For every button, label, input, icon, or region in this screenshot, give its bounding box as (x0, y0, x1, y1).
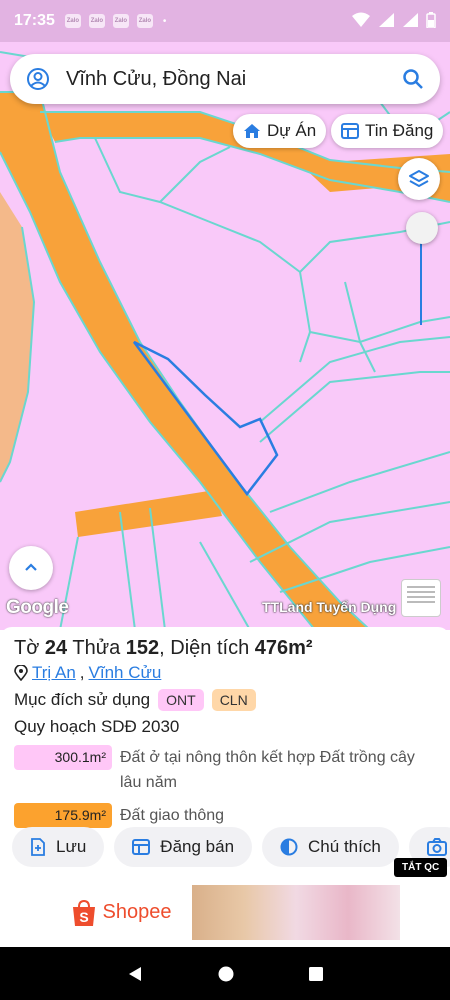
zalo-icon: Zalo (136, 14, 153, 28)
search-bar[interactable]: Vĩnh Cửu, Đồng Nai (10, 54, 440, 104)
layers-button[interactable] (398, 158, 440, 200)
land-use-row: 175.9m² Đất giao thông (14, 803, 436, 828)
search-input[interactable]: Vĩnh Cửu, Đồng Nai (66, 68, 402, 91)
status-icons (352, 12, 436, 28)
recents-icon[interactable] (308, 966, 324, 982)
tin-dang-chip[interactable]: Tin Đăng (331, 114, 444, 148)
zalo-icon: Zalo (64, 14, 81, 28)
signal-icon (403, 13, 418, 27)
signal-icon (379, 13, 394, 27)
save-label: Lưu (56, 837, 87, 856)
navigation-bar (0, 947, 450, 1000)
land-use-desc: Đất ở tại nông thôn kết hợp Đất trồng câ… (120, 749, 415, 791)
land-use-desc: Đất giao thông (120, 807, 225, 824)
save-icon (31, 838, 45, 856)
cln-badge: CLN (211, 689, 256, 711)
home-icon[interactable] (217, 965, 235, 983)
shopee-logo: S Shopee (50, 885, 192, 940)
ttland-recruit-link[interactable]: TTLand Tuyển Dụng (262, 599, 396, 615)
listing-icon (341, 123, 359, 139)
parcel-area: 476m² (254, 637, 313, 659)
app-root: 17:35 Zalo Zalo Zalo Zalo • Vĩnh Cửu, Đồ… (0, 0, 450, 1000)
shopee-bag-icon: S (72, 899, 95, 926)
parcel-title: Tờ 24 Thửa 152, Diện tích 476m² (14, 637, 313, 659)
opacity-slider-thumb[interactable] (406, 212, 438, 244)
wifi-icon (352, 12, 370, 27)
contrast-icon (280, 838, 298, 856)
land-use-row: 300.1m² Đất ở tại nông thôn kết hợp Đất … (14, 745, 436, 795)
google-logo: Google (6, 597, 69, 618)
plot-number: 152 (125, 637, 160, 659)
camera-icon (426, 838, 447, 856)
parcel-location: Trị An, Vĩnh Cửu (14, 663, 436, 683)
ad-banner[interactable]: S Shopee (50, 885, 400, 940)
listing-icon (132, 839, 151, 855)
save-button[interactable]: Lưu (12, 827, 105, 867)
back-icon[interactable] (126, 965, 144, 983)
search-icon[interactable] (402, 68, 424, 90)
commune-link[interactable]: Trị An (32, 663, 76, 683)
chevron-up-icon (25, 563, 37, 571)
ont-badge: ONT (158, 689, 204, 711)
location-pin-icon (14, 665, 28, 681)
notification-dot: • (162, 15, 167, 27)
legend-button[interactable]: Chú thích (262, 827, 399, 867)
sheet-number: 24 (44, 637, 68, 659)
battery-icon (426, 12, 436, 28)
purpose-label: Mục đích sử dụng (14, 690, 151, 709)
post-label: Đăng bán (160, 837, 235, 856)
ad-area: S Shopee (0, 877, 450, 947)
recruit-thumbnail[interactable] (401, 579, 441, 617)
parcel-info-panel: Tờ 24 Thửa 152, Diện tích 476m² Trị An, … (0, 627, 450, 877)
expand-panel-button[interactable] (9, 546, 53, 590)
svg-text:S: S (79, 909, 88, 925)
home-icon (244, 124, 260, 138)
layers-icon (409, 170, 429, 187)
close-ad-button[interactable]: TẮT QC (394, 858, 448, 877)
user-account-icon[interactable] (26, 67, 50, 91)
shopee-label: Shopee (102, 901, 172, 923)
status-time: 17:35 (14, 12, 55, 29)
du-an-label: Dự Án (267, 121, 317, 140)
action-row: Lưu Đăng bán Chú thích (12, 827, 450, 867)
post-for-sale-button[interactable]: Đăng bán (114, 827, 253, 867)
zalo-icon: Zalo (88, 14, 105, 28)
land-use-area: 300.1m² (14, 745, 112, 770)
zalo-icon: Zalo (112, 14, 129, 28)
legend-label: Chú thích (308, 837, 381, 856)
status-bar: 17:35 Zalo Zalo Zalo Zalo • (0, 0, 450, 42)
land-use-area: 175.9m² (14, 803, 112, 828)
land-purpose: Mục đích sử dụng ONT CLN (14, 689, 436, 711)
district-link[interactable]: Vĩnh Cửu (89, 663, 162, 683)
ad-image (192, 885, 400, 940)
plan-label: Quy hoạch SDĐ 2030 (14, 717, 180, 736)
tin-dang-label: Tin Đăng (365, 121, 434, 140)
du-an-chip[interactable]: Dự Án (233, 114, 327, 148)
